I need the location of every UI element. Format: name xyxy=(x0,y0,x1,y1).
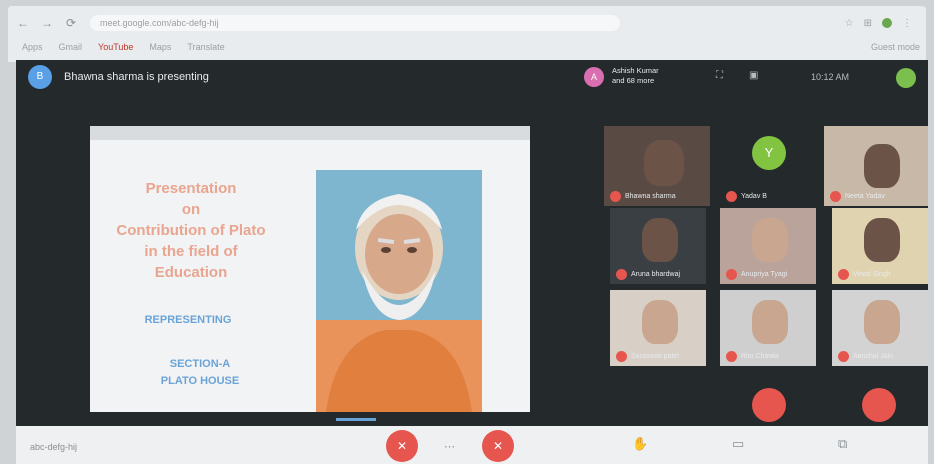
mic-off-icon xyxy=(838,269,849,280)
participant-tile[interactable]: Saraswati patel xyxy=(610,290,706,366)
participant-tile[interactable]: Aruna bhardwaj xyxy=(610,208,706,284)
address-row: ← → ⟳ meet.google.com/abc-defg-hij ☆ ⊞ ⋮ xyxy=(8,12,926,34)
bookmark-youtube[interactable]: YouTube xyxy=(98,42,133,52)
menu-icon[interactable]: ⋮ xyxy=(902,18,912,29)
participant-grid: Bhawna sharma Y Yadav B Neeta Yadav Arun… xyxy=(596,122,928,422)
slide-indicator xyxy=(336,418,376,421)
participant-tile[interactable]: Y Yadav B xyxy=(720,126,816,206)
captions-icon[interactable]: ▣ xyxy=(749,70,758,81)
participant-tile[interactable]: Bhawna sharma xyxy=(604,126,710,206)
participant-name: Anupriya Tyagi xyxy=(741,271,788,278)
layout-icon[interactable]: ⛶ xyxy=(716,70,723,81)
participant-tile[interactable]: Aanchal Jain xyxy=(832,290,928,366)
participant-video xyxy=(644,140,684,186)
participant-tile[interactable]: Anupriya Tyagi xyxy=(720,208,816,284)
presenter-avatar: B xyxy=(28,65,52,89)
participant-video xyxy=(864,300,900,344)
extensions: ☆ ⊞ ⋮ xyxy=(845,18,912,29)
mic-off-icon xyxy=(726,191,737,202)
house-label: PLATO HOUSE xyxy=(160,375,240,387)
bookmark-gmail[interactable]: Gmail xyxy=(59,42,83,52)
clock: 10:12 AM xyxy=(811,72,850,82)
present-screen-icon[interactable]: ⧉ xyxy=(838,436,847,452)
section-label: SECTION-A xyxy=(169,358,231,370)
participant-video xyxy=(752,300,788,344)
camera-toggle-button[interactable]: ✕ xyxy=(482,430,514,462)
participant-name: Yadav B xyxy=(741,193,767,200)
presented-slide: Presentation on Contribution of Plato in… xyxy=(90,126,530,412)
guest-label: Guest mode xyxy=(870,42,920,52)
participant-name: Aanchal Jain xyxy=(853,353,894,360)
chat-icon[interactable]: ▭ xyxy=(732,436,744,452)
bookmark-translate[interactable]: Translate xyxy=(187,42,224,52)
participant-video xyxy=(752,218,788,262)
slide-representing: REPRESENTING xyxy=(144,314,232,326)
mic-off-icon xyxy=(610,191,621,202)
raise-hand-icon[interactable]: ✋ xyxy=(632,436,648,452)
participant-video xyxy=(864,218,900,262)
top-icons: ⛶ ▣ xyxy=(716,70,758,81)
participant-name: Bhawna sharma xyxy=(625,193,676,200)
participant-name: Aruna bhardwaj xyxy=(631,271,681,278)
forward-icon[interactable]: → xyxy=(38,14,56,32)
control-bar: abc-defg-hij ✕ ⋯ ✕ ✋ ▭ ⧉ xyxy=(16,426,928,464)
pinned-label: Ashish Kumar and 68 more xyxy=(612,66,659,86)
participant-avatar: Y xyxy=(752,136,786,170)
participant-video xyxy=(642,300,678,344)
participant-tile[interactable]: Vinod Singh xyxy=(832,208,928,284)
participant-video xyxy=(642,218,678,262)
reload-icon[interactable]: ⟳ xyxy=(62,14,80,32)
mic-off-icon xyxy=(616,351,627,362)
participant-name: Neeta Yadav xyxy=(845,193,885,200)
star-icon[interactable]: ☆ xyxy=(845,18,854,29)
presenting-status: Bhawna sharma is presenting xyxy=(64,71,209,83)
profile-icon[interactable] xyxy=(882,18,892,28)
meeting-area: B Bhawna sharma is presenting A Ashish K… xyxy=(16,60,928,426)
participant-tile[interactable]: Ritu Chawla xyxy=(720,290,816,366)
mic-off-icon xyxy=(616,269,627,280)
slide-section: SECTION-A PLATO HOUSE xyxy=(130,356,270,390)
bookmarks-bar: Apps Gmail YouTube Maps Translate Guest … xyxy=(8,38,934,56)
mic-toggle-button[interactable]: ✕ xyxy=(386,430,418,462)
mic-off-icon xyxy=(726,351,737,362)
participant-tile[interactable]: Neeta Yadav xyxy=(824,126,928,206)
pinned-avatar: A xyxy=(584,67,604,87)
participant-video xyxy=(864,144,900,188)
back-icon[interactable]: ← xyxy=(14,14,32,32)
plato-portrait xyxy=(316,170,482,412)
participant-name: Ritu Chawla xyxy=(741,353,779,360)
meeting-topbar: B Bhawna sharma is presenting xyxy=(16,60,928,94)
puzzle-icon[interactable]: ⊞ xyxy=(864,18,872,29)
bookmark-maps[interactable]: Maps xyxy=(149,42,171,52)
slide-header-strip xyxy=(90,126,530,140)
browser-chrome: ← → ⟳ meet.google.com/abc-defg-hij ☆ ⊞ ⋮… xyxy=(8,6,926,62)
meeting-code: abc-defg-hij xyxy=(30,442,78,452)
speaking-indicator xyxy=(862,388,896,422)
more-options-icon[interactable]: ⋯ xyxy=(444,440,455,453)
mic-off-icon xyxy=(838,351,849,362)
speaking-indicator xyxy=(752,388,786,422)
slide-title: Presentation on Contribution of Plato in… xyxy=(116,180,266,281)
address-bar[interactable]: meet.google.com/abc-defg-hij xyxy=(90,15,620,31)
participant-name: Vinod Singh xyxy=(853,271,891,278)
mic-off-icon xyxy=(830,191,841,202)
pinned-name: Ashish Kumar xyxy=(612,66,659,75)
mic-off-icon xyxy=(726,269,737,280)
participant-name: Saraswati patel xyxy=(631,353,679,360)
bookmark-apps[interactable]: Apps xyxy=(22,42,43,52)
self-avatar[interactable] xyxy=(896,68,916,88)
pinned-more: and 68 more xyxy=(612,76,655,85)
